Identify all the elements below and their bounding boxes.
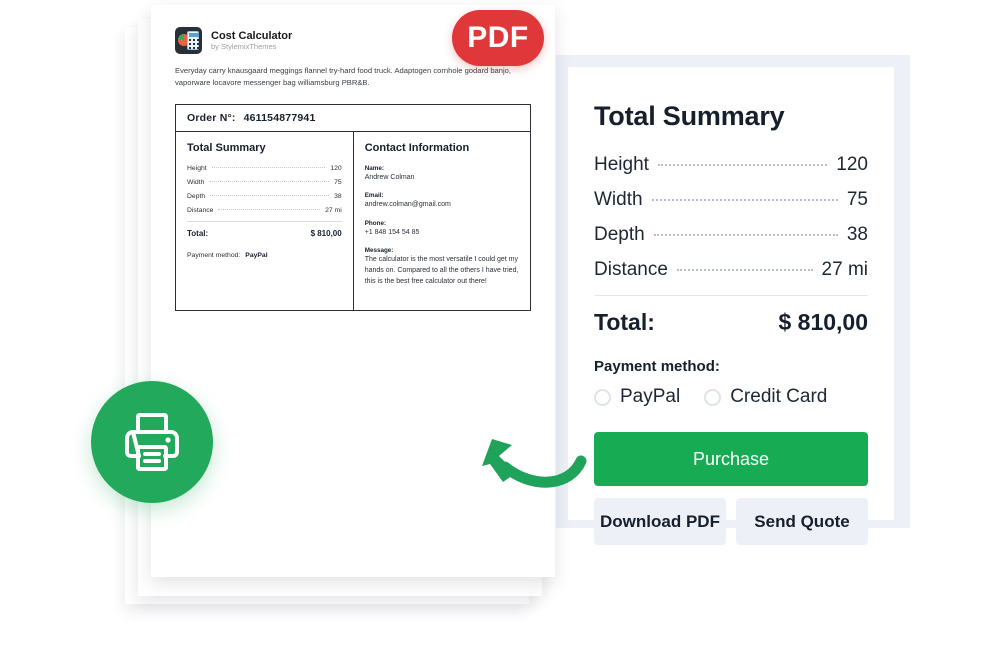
dot-leader (657, 164, 828, 166)
screenshot-stage: Total Summary Height 120 Width 75 Depth … (0, 0, 1000, 649)
print-badge (91, 381, 213, 503)
doc-payment-label: Payment method: (187, 251, 241, 259)
doc-summary-row-width: Width 75 (187, 179, 342, 186)
doc-total-value: $ 810,00 (310, 228, 342, 238)
doc-summary-value: 38 (334, 192, 342, 200)
divider (187, 220, 342, 222)
doc-summary-value: 27 mi (325, 206, 342, 214)
dot-leader (653, 234, 838, 236)
summary-row-height: Height 120 (594, 154, 868, 176)
document-total-summary-panel: Total Summary Height 120 Width 75 Depth … (176, 131, 354, 310)
doc-summary-row-depth: Depth 38 (187, 193, 342, 200)
widget-total-value: $ 810,00 (778, 309, 868, 335)
total-summary-widget: Total Summary Height 120 Width 75 Depth … (568, 67, 894, 545)
payment-method-group: PayPal Credit Card (594, 386, 868, 408)
dot-leader (211, 166, 326, 168)
brand-name: Cost Calculator (211, 29, 293, 42)
doc-summary-value: 120 (330, 164, 342, 172)
doc-payment-value: PayPal (245, 251, 268, 259)
dot-leader (676, 269, 813, 271)
summary-row-label: Height (594, 154, 649, 175)
doc-summary-row-distance: Distance 27 mi (187, 207, 342, 214)
summary-row-value: 75 (846, 189, 868, 210)
divider (594, 295, 868, 296)
summary-row-value: 27 mi (821, 259, 868, 280)
dot-leader (651, 199, 838, 201)
download-pdf-button[interactable]: Download PDF (594, 498, 726, 545)
doc-summary-label: Depth (187, 192, 206, 200)
contact-email-label: Email: (364, 192, 384, 200)
printer-icon (125, 413, 179, 471)
cost-calculator-logo-icon (175, 27, 202, 54)
dot-leader (210, 194, 330, 196)
document-panels: Total Summary Height 120 Width 75 Depth … (175, 130, 531, 311)
doc-total-label: Total: (187, 228, 209, 238)
document-description: Everyday carry knausgaard meggings flann… (175, 66, 512, 88)
summary-row-label: Depth (594, 224, 645, 245)
radio-label: PayPal (620, 386, 681, 407)
radio-option-paypal[interactable]: PayPal (594, 386, 680, 408)
radio-circle-icon[interactable] (594, 388, 611, 406)
contact-message-label: Message: (364, 247, 394, 255)
panel-title: Total Summary (187, 141, 266, 154)
doc-payment-method: Payment method: PayPal (187, 252, 342, 259)
doc-summary-value: 75 (334, 178, 342, 186)
radio-label: Credit Card (730, 386, 828, 407)
send-quote-button[interactable]: Send Quote (736, 498, 868, 545)
order-label: Order N°: (187, 111, 236, 124)
dot-leader (218, 208, 321, 210)
summary-row-depth: Depth 38 (594, 224, 868, 246)
doc-summary-label: Width (187, 178, 205, 186)
dot-leader (209, 180, 330, 182)
widget-total-label: Total: (594, 309, 655, 335)
brand-text: Cost Calculator by StylemixThemes (211, 30, 292, 52)
widget-title: Total Summary (594, 101, 785, 131)
order-number-bar: Order N°: 461154877941 (175, 103, 531, 131)
panel-title: Contact Information (364, 141, 470, 154)
radio-circle-icon[interactable] (704, 388, 722, 406)
summary-row-distance: Distance 27 mi (594, 259, 868, 281)
contact-name-value: Andrew Colman (364, 173, 415, 181)
pdf-badge: PDF (452, 10, 544, 66)
doc-total-row: Total: $ 810,00 (187, 229, 342, 238)
doc-summary-row-height: Height 120 (187, 165, 342, 172)
order-number: 461154877941 (243, 111, 316, 124)
summary-row-value: 38 (846, 224, 868, 245)
curved-arrow-icon (482, 439, 587, 488)
doc-summary-label: Height (187, 164, 207, 172)
contact-name-label: Name: (364, 164, 384, 172)
summary-row-value: 120 (836, 154, 868, 175)
contact-message-value: The calculator is the most versatile I c… (364, 256, 519, 285)
calculator-icon (187, 31, 199, 50)
curved-arrow (478, 425, 588, 500)
doc-summary-label: Distance (187, 206, 214, 214)
secondary-button-row: Download PDF Send Quote (594, 498, 868, 545)
document-contact-panel: Contact Information Name: Andrew Colman … (354, 132, 530, 310)
contact-phone-value: +1 848 154 54 85 (364, 228, 420, 236)
purchase-button[interactable]: Purchase (594, 432, 868, 486)
brand-subtitle: by StylemixThemes (211, 42, 277, 52)
summary-row-width: Width 75 (594, 189, 868, 211)
summary-row-label: Width (594, 189, 643, 210)
widget-total-row: Total: $ 810,00 (594, 309, 868, 336)
radio-option-credit-card[interactable]: Credit Card (704, 386, 827, 408)
contact-phone-label: Phone: (364, 219, 387, 227)
contact-email-value: andrew.colman@gmail.com (364, 201, 451, 209)
summary-row-label: Distance (594, 259, 668, 280)
payment-method-label: Payment method: (594, 358, 720, 375)
